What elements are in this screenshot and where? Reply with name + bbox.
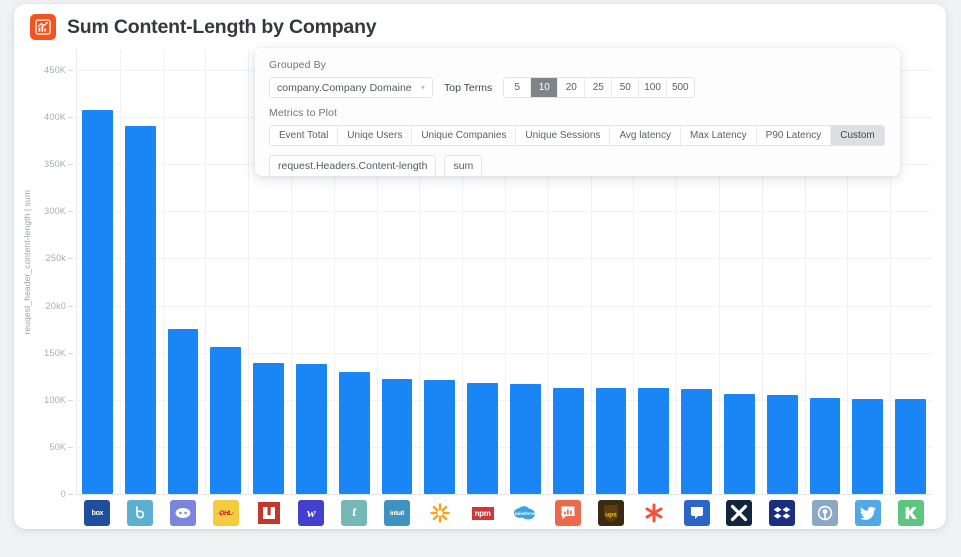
chart-card: Sum Content-Length by Company reuqest_he… — [14, 4, 946, 529]
company-logo-b-icon[interactable] — [127, 500, 154, 526]
y-axis-ticks: 450K 400K 350K 300K 250k 20k0 150K 100K 50K 0 — [14, 50, 76, 529]
y-axis-tick: 20k0 — [45, 300, 74, 311]
metric-option-p90-latency[interactable]: P90 Latency — [757, 126, 832, 145]
top-terms-option-25[interactable]: 25 — [585, 78, 613, 97]
company-logo-ups-icon[interactable]: ups — [598, 500, 624, 526]
custom-field-chip[interactable]: request.Headers.Content-length — [269, 155, 437, 177]
top-terms-option-10[interactable]: 10 — [531, 78, 559, 97]
company-logo-blue-square-icon[interactable] — [683, 500, 710, 526]
card-header: Sum Content-Length by Company — [30, 14, 377, 40]
bar-chart-icon — [30, 14, 56, 40]
y-axis-tick: 50K — [49, 441, 73, 452]
company-logo-dropbox-icon[interactable] — [769, 500, 796, 526]
top-terms-segmented-control[interactable]: 5 10 20 25 50 100 500 — [503, 77, 695, 98]
y-axis-tick: 100K — [44, 394, 73, 405]
company-logo-dhl-icon[interactable]: -DHL- — [212, 500, 239, 526]
bar[interactable] — [81, 109, 113, 494]
bar[interactable] — [338, 372, 370, 494]
svg-text:salesforce: salesforce — [515, 511, 536, 516]
top-terms-option-5[interactable]: 5 — [504, 78, 532, 97]
metric-option-max-latency[interactable]: Max Latency — [681, 126, 757, 145]
bar[interactable] — [895, 398, 926, 494]
company-logo-twitter-icon[interactable] — [854, 500, 881, 526]
y-axis-tick: 0 — [60, 489, 74, 499]
bar[interactable] — [509, 383, 541, 494]
company-logo-w-icon[interactable]: w — [298, 500, 325, 526]
metric-option-custom[interactable]: Custom — [831, 126, 884, 145]
metric-option-uniqe-users[interactable]: Uniqe Users — [338, 126, 413, 145]
bar[interactable] — [124, 125, 156, 494]
company-logo-asterisk-icon[interactable] — [640, 500, 667, 526]
bar[interactable] — [638, 388, 670, 494]
group-field-value: company.Company Domaine — [277, 81, 412, 94]
metrics-label: Metrics to Plot — [269, 107, 338, 119]
company-logo-box-icon[interactable]: box — [84, 500, 111, 526]
grouped-by-label: Grouped By — [269, 59, 327, 71]
x-axis-logos: box -DHL-w t intuit npm salesforce ups — [76, 500, 932, 529]
company-logo-n-icon[interactable] — [255, 500, 282, 526]
y-axis-tick: 400K — [44, 112, 73, 123]
bar[interactable] — [253, 363, 284, 494]
y-axis-tick: 300K — [44, 206, 73, 217]
company-logo-walmart-icon[interactable] — [426, 500, 453, 526]
company-logo-t-icon[interactable]: t — [341, 500, 368, 526]
y-axis-tick: 450K — [44, 65, 73, 75]
company-logo-intuit-icon[interactable]: intuit — [384, 500, 410, 526]
page-title: Sum Content-Length by Company — [67, 15, 377, 38]
bar[interactable] — [766, 395, 798, 494]
metric-option-unique-companies[interactable]: Unique Companies — [412, 126, 517, 145]
company-logo-discord-icon[interactable] — [170, 500, 196, 526]
y-axis-tick: 350K — [44, 159, 73, 170]
bar[interactable] — [723, 394, 755, 494]
bar[interactable] — [424, 380, 456, 494]
screenshot-root: Sum Content-Length by Company reuqest_he… — [0, 0, 961, 557]
bar[interactable] — [681, 389, 712, 494]
grouped-by-row: company.Company Domaine ▾ Top Terms 5 10 2… — [269, 77, 886, 98]
bar[interactable] — [852, 398, 884, 494]
top-terms-label: Top Terms — [444, 81, 493, 94]
company-logo-salesforce-icon[interactable]: salesforce — [512, 500, 539, 526]
chevron-down-icon: ▾ — [420, 83, 425, 92]
top-terms-option-500[interactable]: 500 — [667, 78, 694, 97]
bar[interactable] — [167, 329, 199, 494]
y-axis-tick: 150K — [44, 347, 73, 358]
company-logo-chart-icon[interactable] — [555, 500, 582, 526]
y-axis-tick: 250k — [45, 253, 74, 264]
bar[interactable] — [381, 379, 413, 494]
bar[interactable] — [295, 363, 327, 494]
company-logo-kickstarter-icon[interactable] — [897, 500, 924, 526]
metric-option-avg-latency[interactable]: Avg latency — [610, 126, 681, 145]
company-logo-x-icon[interactable] — [726, 500, 753, 526]
top-terms-option-20[interactable]: 20 — [558, 78, 586, 97]
metric-option-unique-sessions[interactable]: Unique Sessions — [516, 126, 611, 145]
bar[interactable] — [467, 382, 498, 494]
custom-metric-row: request.Headers.Content-length sum — [269, 155, 886, 177]
company-logo-npm-icon[interactable]: npm — [469, 500, 496, 526]
company-logo-pin-icon[interactable] — [812, 500, 838, 526]
bar[interactable] — [552, 387, 584, 494]
group-field-select[interactable]: company.Company Domaine ▾ — [269, 77, 433, 98]
bar[interactable] — [595, 387, 627, 494]
bar[interactable] — [210, 347, 242, 494]
svg-text:ups: ups — [605, 512, 617, 519]
metrics-segmented-control[interactable]: Event Total Uniqe Users Unique Companies Un… — [269, 125, 885, 146]
custom-aggregation-chip[interactable]: sum — [444, 155, 483, 177]
metric-option-event-total[interactable]: Event Total — [270, 126, 339, 145]
controls-panel: Grouped By company.Company Domaine ▾ Top… — [255, 48, 900, 177]
top-terms-option-100[interactable]: 100 — [639, 78, 667, 97]
top-terms-option-50[interactable]: 50 — [612, 78, 640, 97]
bar[interactable] — [809, 397, 841, 494]
